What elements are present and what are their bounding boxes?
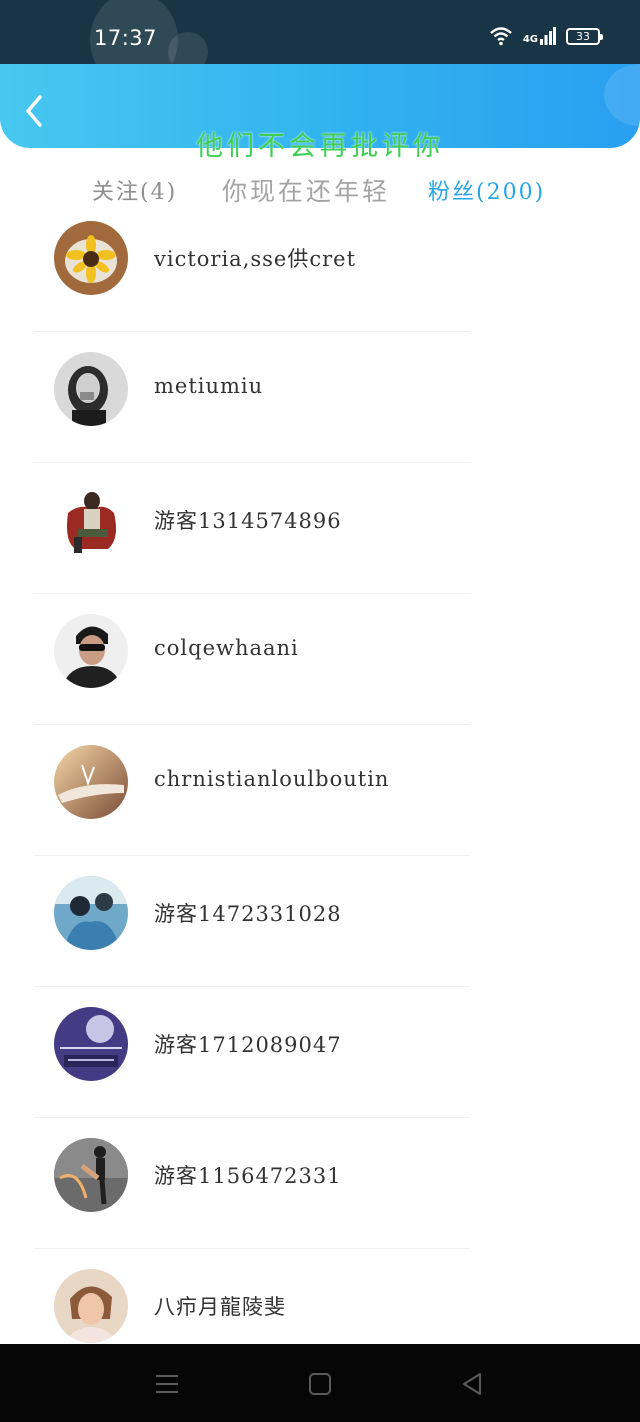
user-name: colqewhaani xyxy=(154,636,299,660)
sunflower-avatar xyxy=(54,221,128,295)
status-icons: 4G 33 xyxy=(489,26,603,46)
overlay-caption-middle: 你现在还年轻 xyxy=(222,177,391,206)
signal-icon xyxy=(540,27,556,45)
avatar[interactable] xyxy=(54,352,128,426)
moon-purple-avatar xyxy=(54,1007,128,1081)
list-item[interactable]: colqewhaani xyxy=(0,606,640,737)
man-sunglasses-avatar xyxy=(54,614,128,688)
menu-icon[interactable] xyxy=(154,1370,182,1398)
user-name: victoria,sse供cret xyxy=(154,247,357,271)
list-item[interactable]: metiumiu xyxy=(0,344,640,475)
tabs-row: 关注(4) 你现在还年轻 粉丝(200) xyxy=(0,170,640,210)
wifi-icon xyxy=(490,27,512,46)
user-name: chrnistianloulboutin xyxy=(154,767,390,791)
row-divider xyxy=(34,855,470,856)
user-name: 游客1156472331 xyxy=(154,1164,342,1188)
avatar[interactable] xyxy=(54,1007,128,1081)
list-item[interactable]: chrnistianloulboutin xyxy=(0,737,640,868)
row-divider xyxy=(34,462,470,463)
portrait-avatar xyxy=(54,352,128,426)
chair-figure-avatar xyxy=(54,483,128,557)
avatar[interactable] xyxy=(54,745,128,819)
hand-sunset-avatar xyxy=(54,745,128,819)
avatar[interactable] xyxy=(54,1138,128,1212)
back-triangle-icon[interactable] xyxy=(458,1370,486,1398)
overlay-caption-top: 他们不会再批评你 xyxy=(196,131,444,162)
home-icon[interactable] xyxy=(306,1370,334,1398)
tab-fans[interactable]: 粉丝(200) xyxy=(428,174,545,206)
battery-indicator: 33 xyxy=(566,27,603,45)
status-time: 17:37 xyxy=(94,26,158,50)
user-name: metiumiu xyxy=(154,374,264,398)
decor-bubble xyxy=(604,64,640,126)
couple-blue-avatar xyxy=(54,876,128,950)
avatar[interactable] xyxy=(54,483,128,557)
network-type-label: 4G xyxy=(522,34,538,45)
row-divider xyxy=(34,331,470,332)
user-name: 游客1472331028 xyxy=(154,902,342,926)
user-name: 游客1712089047 xyxy=(154,1033,342,1057)
avatar[interactable] xyxy=(54,876,128,950)
kick-pose-avatar xyxy=(54,1138,128,1212)
girl-portrait-avatar xyxy=(54,1269,128,1343)
row-divider xyxy=(34,1248,470,1249)
user-name: 八疖月龍陵斐 xyxy=(154,1295,286,1319)
tab-following[interactable]: 关注(4) xyxy=(92,174,177,206)
list-item[interactable]: 游客1712089047 xyxy=(0,999,640,1130)
avatar[interactable] xyxy=(54,1269,128,1343)
avatar[interactable] xyxy=(54,614,128,688)
battery-level: 33 xyxy=(576,29,590,43)
row-divider xyxy=(34,986,470,987)
user-name: 游客1314574896 xyxy=(154,509,342,533)
user-list: victoria,sse供cret metiumiu 游客1314574896 … xyxy=(0,213,640,1392)
list-item[interactable]: 游客1472331028 xyxy=(0,868,640,999)
list-item[interactable]: 游客1156472331 xyxy=(0,1130,640,1261)
status-bar: 17:37 4G 33 xyxy=(0,0,640,88)
row-divider xyxy=(34,1117,470,1118)
system-nav-bar xyxy=(0,1344,640,1422)
list-item[interactable]: 游客1314574896 xyxy=(0,475,640,606)
row-divider xyxy=(34,593,470,594)
row-divider xyxy=(34,724,470,725)
list-item[interactable]: victoria,sse供cret xyxy=(0,213,640,344)
avatar[interactable] xyxy=(54,221,128,295)
